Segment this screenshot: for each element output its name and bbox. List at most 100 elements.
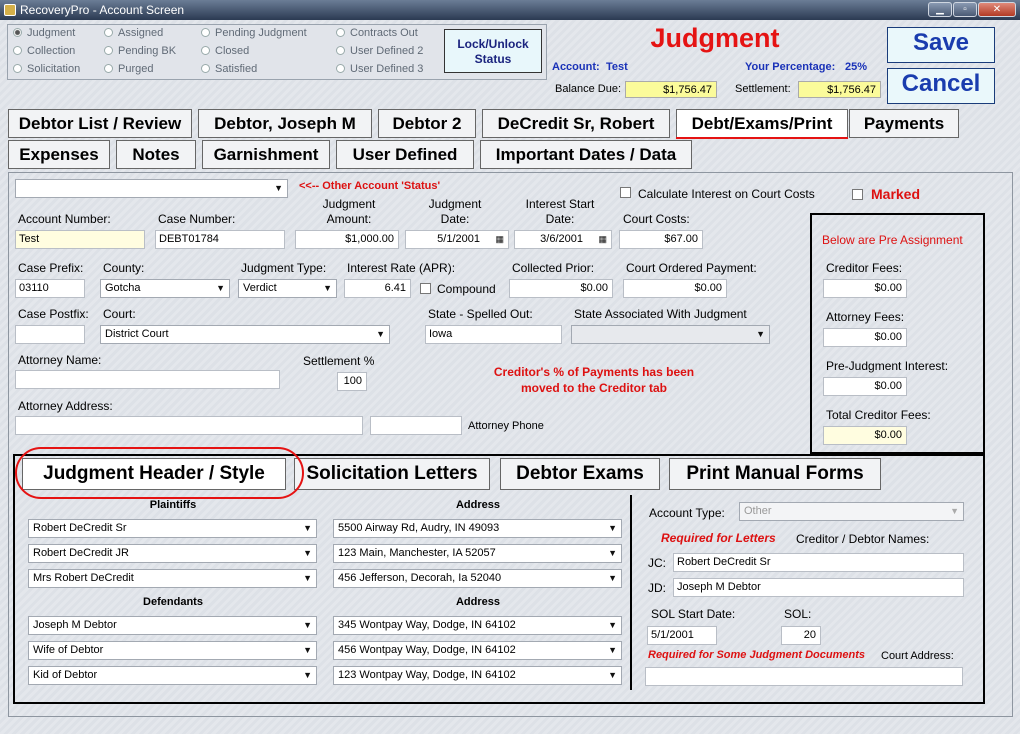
radio-label: Satisfied [215,63,258,75]
case-prefix-input[interactable]: 03110 [15,279,85,298]
status-radio-pending-judgment[interactable]: Pending Judgment [201,27,307,41]
judgment-amount-input[interactable]: $1,000.00 [295,230,399,249]
radio-icon[interactable] [104,64,113,73]
radio-icon[interactable] [13,28,22,37]
status-radio-solicitation[interactable]: Solicitation [13,63,80,77]
subtab-debtor-exams[interactable]: Debtor Exams [500,458,660,490]
status-radio-pending-bk[interactable]: Pending BK [104,45,176,59]
close-icon[interactable]: ✕ [978,2,1016,17]
radio-icon[interactable] [201,28,210,37]
court-ordered-input[interactable]: $0.00 [623,279,727,298]
status-radio-assigned[interactable]: Assigned [104,27,163,41]
settlement-label: Settlement: [735,83,791,95]
account-type-select[interactable]: Other ▼ [739,502,964,521]
radio-icon[interactable] [336,28,345,37]
minimize-icon[interactable]: ▁ [928,2,952,17]
status-radio-satisfied[interactable]: Satisfied [201,63,257,77]
court-address-input[interactable] [645,667,963,686]
judgment-date-input[interactable]: 5/1/2001 ▦ [405,230,509,249]
attorney-fees-input[interactable]: $0.00 [823,328,907,347]
judgment-type-select[interactable]: Verdict ▼ [238,279,337,298]
tab-debt-exams-print[interactable]: Debt/Exams/Print [676,109,848,138]
defendant-address-select[interactable]: 123 Wontpay Way, Dodge, IN 64102 ▼ [333,666,622,685]
radio-label: User Defined 3 [350,63,424,75]
defendant-name-select[interactable]: Kid of Debtor ▼ [28,666,317,685]
plaintiff-address-select[interactable]: 456 Jefferson, Decorah, Ia 52040 ▼ [333,569,622,588]
court-costs-input[interactable]: $67.00 [619,230,703,249]
creditor-fees-input[interactable]: $0.00 [823,279,907,298]
sol-start-input[interactable]: 5/1/2001 [647,626,717,645]
tab-notes[interactable]: Notes [116,140,196,169]
radio-icon[interactable] [201,64,210,73]
subtab-print-manual-forms[interactable]: Print Manual Forms [669,458,881,490]
attorney-name-input[interactable] [15,370,280,389]
attorney-address-input[interactable] [15,416,363,435]
interest-rate-input[interactable]: 6.41 [344,279,411,298]
defendant-address-select[interactable]: 456 Wontpay Way, Dodge, IN 64102 ▼ [333,641,622,660]
plaintiff-name-select[interactable]: Robert DeCredit Sr ▼ [28,519,317,538]
defendant-address-select[interactable]: 345 Wontpay Way, Dodge, IN 64102 ▼ [333,616,622,635]
save-button[interactable]: Save [887,27,995,63]
tab-debtor-2[interactable]: Debtor 2 [378,109,476,138]
calendar-icon[interactable]: ▦ [598,234,607,245]
status-radio-judgment[interactable]: Judgment [13,27,75,41]
radio-label: Collection [27,45,76,57]
status-radio-closed[interactable]: Closed [201,45,249,59]
tab-debtor-list[interactable]: Debtor List / Review [8,109,192,138]
prejudgment-interest-input[interactable]: $0.00 [823,377,907,396]
radio-icon[interactable] [13,64,22,73]
active-tab-underline [676,137,848,139]
radio-icon[interactable] [201,46,210,55]
interest-start-input[interactable]: 3/6/2001 ▦ [514,230,612,249]
court-select[interactable]: District Court ▼ [100,325,390,344]
status-radio-user-defined-2[interactable]: User Defined 2 [336,45,423,59]
plaintiff-name-select[interactable]: Robert DeCredit JR ▼ [28,544,317,563]
radio-icon[interactable] [13,46,22,55]
account-number-input[interactable]: Test [15,230,145,249]
plaintiff-address-select[interactable]: 123 Main, Manchester, IA 52057 ▼ [333,544,622,563]
case-postfix-input[interactable] [15,325,85,344]
plaintiff-address-select[interactable]: 5500 Airway Rd, Audry, IN 49093 ▼ [333,519,622,538]
collected-prior-input[interactable]: $0.00 [509,279,613,298]
tab-debtor-joseph[interactable]: Debtor, Joseph M [198,109,372,138]
county-select[interactable]: Gotcha ▼ [100,279,230,298]
status-radio-contracts-out[interactable]: Contracts Out [336,27,418,41]
marked-checkbox[interactable] [852,189,863,200]
total-creditor-fees-value: $0.00 [823,426,907,445]
tab-garnishment[interactable]: Garnishment [202,140,330,169]
defendant-name-select[interactable]: Wife of Debtor ▼ [28,641,317,660]
radio-icon[interactable] [104,28,113,37]
cancel-button[interactable]: Cancel [887,68,995,104]
plaintiff-name-select[interactable]: Mrs Robert DeCredit ▼ [28,569,317,588]
tab-important-dates[interactable]: Important Dates / Data [480,140,692,169]
state-assoc-select[interactable]: ▼ [571,325,770,344]
radio-icon[interactable] [336,46,345,55]
sol-input[interactable]: 20 [781,626,821,645]
status-radio-collection[interactable]: Collection [13,45,75,59]
tab-decredit-robert[interactable]: DeCredit Sr, Robert [482,109,670,138]
calendar-icon[interactable]: ▦ [495,234,504,245]
jd-input[interactable]: Joseph M Debtor [673,578,964,597]
radio-icon[interactable] [104,46,113,55]
creditor-fees-label: Creditor Fees: [826,261,903,275]
settlement-pct-input[interactable]: 100 [337,372,367,391]
calc-interest-checkbox[interactable] [620,187,631,198]
title-bar: RecoveryPro - Account Screen ▁ ▫ ✕ [0,0,1020,20]
subtab-solicitation-letters[interactable]: Solicitation Letters [294,458,490,490]
lock-unlock-status-button[interactable]: Lock/Unlock Status [444,29,542,73]
other-status-select[interactable]: ▼ [15,179,288,198]
attorney-phone-input[interactable] [370,416,462,435]
tab-expenses[interactable]: Expenses [8,140,110,169]
tab-user-defined[interactable]: User Defined [336,140,474,169]
radio-icon[interactable] [336,64,345,73]
jc-input[interactable]: Robert DeCredit Sr [673,553,964,572]
compound-checkbox[interactable] [420,283,431,294]
status-radio-purged[interactable]: Purged [104,63,153,77]
status-radio-user-defined-3[interactable]: User Defined 3 [336,63,423,77]
tab-payments[interactable]: Payments [849,109,959,138]
case-number-input[interactable]: DEBT01784 [155,230,285,249]
restore-icon[interactable]: ▫ [953,2,977,17]
state-spelled-input[interactable]: Iowa [425,325,562,344]
case-postfix-label: Case Postfix: [18,307,89,321]
defendant-name-select[interactable]: Joseph M Debtor ▼ [28,616,317,635]
